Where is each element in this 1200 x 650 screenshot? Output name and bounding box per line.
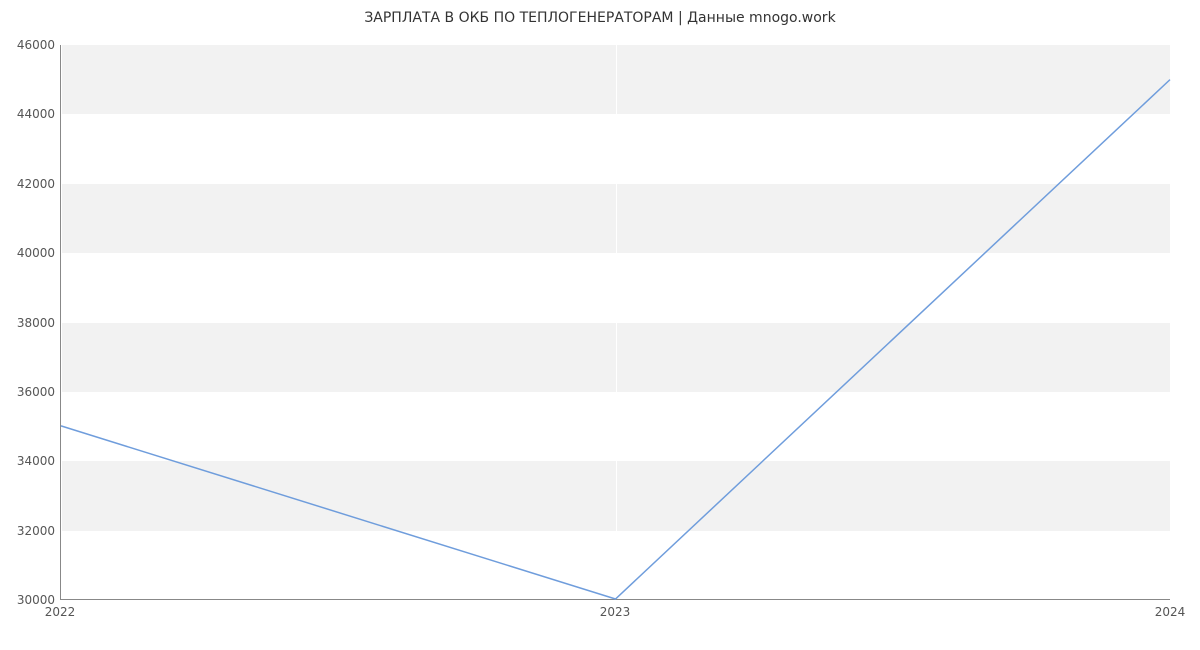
y-tick-label: 36000 [5,385,55,399]
chart-title: ЗАРПЛАТА В ОКБ ПО ТЕПЛОГЕНЕРАТОРАМ | Дан… [0,10,1200,26]
y-tick-label: 38000 [5,316,55,330]
line-series [61,45,1170,599]
y-tick-label: 42000 [5,177,55,191]
y-tick-label: 40000 [5,246,55,260]
y-tick-label: 32000 [5,524,55,538]
plot-area [60,45,1170,600]
y-tick-label: 44000 [5,107,55,121]
grid-line-vertical [1171,45,1172,599]
x-tick-label: 2022 [45,605,76,619]
x-tick-label: 2024 [1155,605,1186,619]
y-tick-label: 46000 [5,38,55,52]
x-tick-label: 2023 [600,605,631,619]
chart-container: 3000032000340003600038000400004200044000… [0,35,1200,635]
y-tick-label: 34000 [5,454,55,468]
